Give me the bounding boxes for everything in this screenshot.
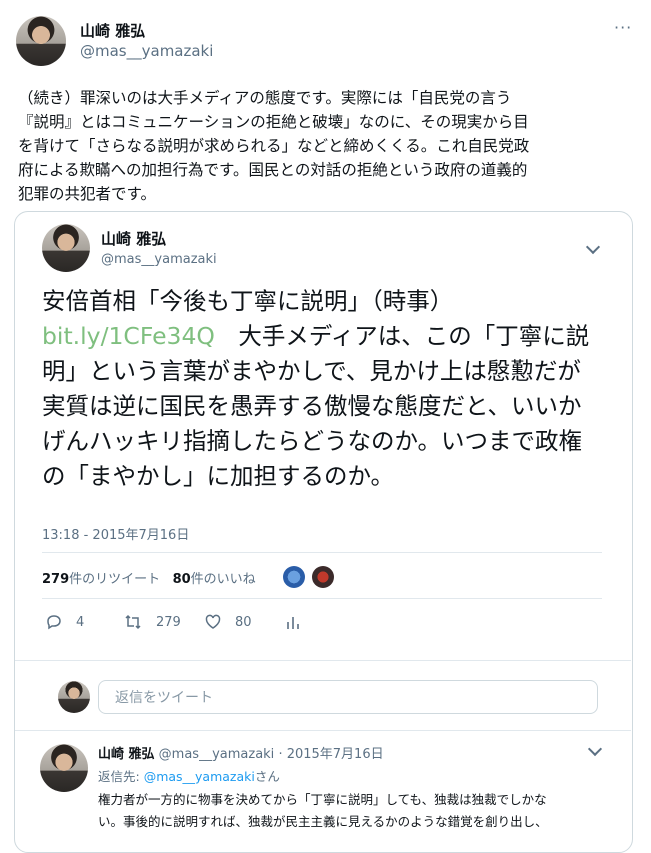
liker-avatar[interactable]: [283, 566, 305, 588]
likes-count[interactable]: 80: [173, 572, 191, 587]
tweet-date[interactable]: · 2015年7月16日: [278, 747, 383, 762]
retweet-count: 279: [156, 614, 181, 630]
divider: [15, 660, 631, 661]
liker-avatar[interactable]: [312, 566, 334, 588]
reply-to-handle[interactable]: @mas__yamazaki: [144, 769, 255, 784]
like-action[interactable]: 80: [205, 614, 252, 630]
reply-icon[interactable]: [46, 614, 62, 630]
retweets-label[interactable]: 件のリツイート: [69, 572, 160, 587]
author-name[interactable]: 山崎 雅弘: [80, 20, 145, 41]
reply-tweet-text: 権力者が一方的に物事を決めてから「丁寧に説明」しても、独裁は独裁でしかな い。事…: [98, 792, 548, 829]
author-handle[interactable]: @mas__yamazaki: [101, 252, 217, 267]
more-options-icon[interactable]: ···: [614, 18, 632, 37]
author-name[interactable]: 山崎 雅弘: [98, 747, 155, 762]
tweet-text: （続き）罪深いのは大手メディアの態度です。実際には「自民党の言う 『説明』とはコ…: [18, 89, 530, 203]
avatar[interactable]: [42, 224, 90, 272]
tweet-timestamp[interactable]: 13:18 - 2015年7月16日: [42, 524, 189, 543]
reply-action[interactable]: 4: [46, 614, 84, 630]
like-count: 80: [235, 614, 252, 630]
heart-icon[interactable]: [205, 614, 221, 630]
avatar[interactable]: [16, 16, 66, 66]
reply-header: 山崎 雅弘 @mas__yamazaki · 2015年7月16日: [98, 743, 384, 762]
author-handle[interactable]: @mas__yamazaki: [159, 747, 275, 762]
reply-count: 4: [76, 614, 85, 630]
divider: [42, 598, 602, 599]
retweet-icon[interactable]: [124, 614, 142, 630]
reply-to-label: 返信先:: [98, 769, 144, 784]
likes-label[interactable]: 件のいいね: [191, 572, 256, 587]
avatar: [58, 681, 90, 713]
avatar[interactable]: [40, 744, 88, 792]
tweet-text-part: 安倍首相「今後も丁寧に説明」（時事）: [42, 287, 454, 315]
divider: [42, 552, 602, 553]
reply-input[interactable]: 返信をツイート: [98, 680, 598, 714]
analytics-action[interactable]: [286, 614, 300, 630]
author-name[interactable]: 山崎 雅弘: [101, 228, 166, 249]
divider: [15, 730, 631, 731]
engagement-stats: 279件のリツイート 80件のいいね: [42, 568, 256, 587]
retweet-action[interactable]: 279: [124, 614, 181, 630]
tweet-link[interactable]: bit.ly/1CFe34Q: [42, 322, 215, 350]
author-handle[interactable]: @mas__yamazaki: [80, 42, 213, 60]
reply-to-line: 返信先: @mas__yamazakiさん: [98, 766, 280, 785]
quoted-tweet-text: 安倍首相「今後も丁寧に説明」（時事）bit.ly/1CFe34Q 大手メディアは…: [42, 284, 602, 494]
analytics-icon[interactable]: [286, 614, 300, 630]
retweets-count[interactable]: 279: [42, 572, 69, 587]
reply-to-suffix: さん: [254, 769, 280, 784]
